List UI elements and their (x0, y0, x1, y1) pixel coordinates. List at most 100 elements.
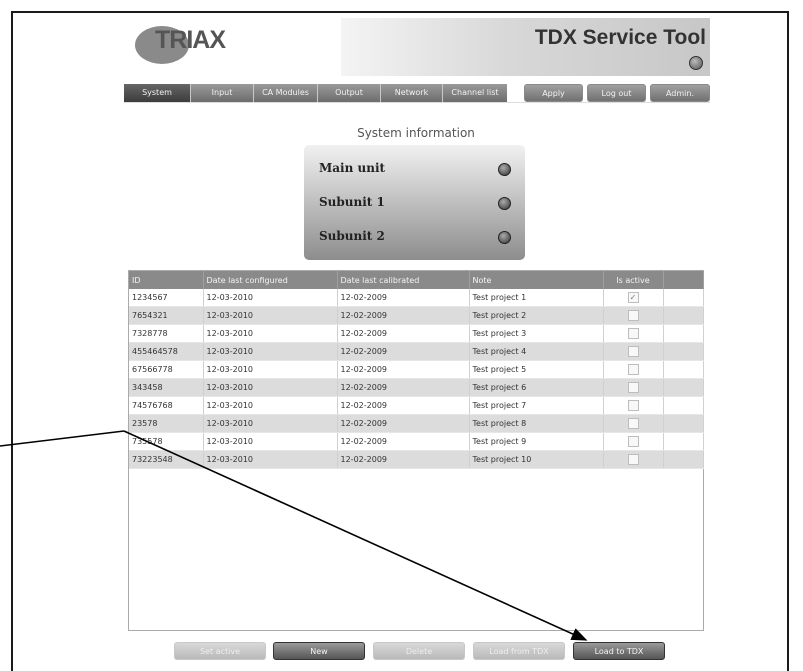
cell-date-configured: 12-03-2010 (203, 324, 338, 343)
cell-is-active (603, 342, 664, 361)
table-row[interactable]: 74576768 12-03-2010 12-02-2009 Test project… (129, 396, 704, 415)
is-active-checkbox[interactable] (627, 382, 639, 393)
col-header-date-configured[interactable]: Date last configured (203, 271, 338, 289)
cell-note: Test project 8 (469, 414, 604, 433)
table-row[interactable]: 7654321 12-03-2010 12-02-2009 Test project … (129, 306, 704, 325)
table-row[interactable]: 455464578 12-03-2010 12-02-2009 Test projec… (129, 342, 704, 361)
cell-date-calibrated: 12-02-2009 (337, 360, 470, 379)
col-header-date-calibrated[interactable]: Date last calibrated (337, 271, 470, 289)
main-unit-status-icon (498, 163, 511, 176)
main-unit-label: Main unit (319, 161, 386, 175)
subunit-1-label: Subunit 1 (319, 195, 385, 209)
col-header-id[interactable]: ID (129, 271, 204, 289)
table-row[interactable]: 7328778 12-03-2010 12-02-2009 Test project … (129, 324, 704, 343)
cell-date-configured: 12-03-2010 (203, 450, 338, 469)
cell-date-configured: 12-03-2010 (203, 396, 338, 415)
cell-date-calibrated: 12-02-2009 (337, 324, 470, 343)
cell-note: Test project 10 (469, 450, 604, 469)
status-led-icon (689, 56, 703, 70)
cell-note: Test project 7 (469, 396, 604, 415)
cell-id: 23578 (129, 414, 204, 433)
table-row[interactable]: 23578 12-03-2010 12-02-2009 Test project 8 (129, 414, 704, 433)
main-nav: System Input CA Modules Output Network C… (124, 84, 507, 102)
logo-text: TRIAX (155, 26, 226, 54)
checkmark-icon: ✓ (629, 293, 637, 302)
table-row[interactable]: 343458 12-03-2010 12-02-2009 Test project 6 (129, 378, 704, 397)
is-active-checkbox[interactable] (627, 454, 639, 465)
cell-note: Test project 3 (469, 324, 604, 343)
cell-date-calibrated: 12-02-2009 (337, 432, 470, 451)
cell-date-calibrated: 12-02-2009 (337, 414, 470, 433)
cell-is-active (603, 306, 664, 325)
cell-id: 1234567 (129, 289, 204, 307)
cell-date-configured: 12-03-2010 (203, 360, 338, 379)
table-row[interactable]: 735578 12-03-2010 12-02-2009 Test project 9 (129, 432, 704, 451)
cell-spacer (663, 414, 704, 433)
is-active-checkbox[interactable] (627, 400, 639, 411)
tab-ca-modules[interactable]: CA Modules (254, 84, 318, 102)
set-active-button[interactable]: Set active (174, 642, 266, 660)
cell-is-active (603, 360, 664, 379)
cell-id: 735578 (129, 432, 204, 451)
apply-button[interactable]: Apply (524, 84, 583, 102)
cell-spacer (663, 432, 704, 451)
col-header-is-active[interactable]: Is active (603, 271, 664, 289)
tab-input[interactable]: Input (191, 84, 254, 102)
nav-divider (124, 102, 710, 103)
cell-id: 7328778 (129, 324, 204, 343)
cell-note: Test project 2 (469, 306, 604, 325)
tab-system[interactable]: System (124, 84, 191, 102)
cell-date-calibrated: 12-02-2009 (337, 289, 470, 307)
cell-is-active (603, 324, 664, 343)
new-button[interactable]: New (273, 642, 365, 660)
cell-date-configured: 12-03-2010 (203, 378, 338, 397)
cell-spacer (663, 378, 704, 397)
tab-channel-list[interactable]: Channel list (443, 84, 507, 102)
project-table-container: ID Date last configured Date last calibr… (128, 270, 704, 631)
table-row[interactable]: 73223548 12-03-2010 12-02-2009 Test project… (129, 450, 704, 469)
subunit-2-status-icon (498, 231, 511, 244)
is-active-checkbox[interactable] (627, 436, 639, 447)
cell-id: 343458 (129, 378, 204, 397)
system-info-title: System information (357, 126, 475, 140)
cell-date-calibrated: 12-02-2009 (337, 342, 470, 361)
cell-date-configured: 12-03-2010 (203, 342, 338, 361)
delete-button[interactable]: Delete (373, 642, 465, 660)
is-active-checkbox[interactable] (627, 364, 639, 375)
tab-network[interactable]: Network (381, 84, 443, 102)
cell-note: Test project 5 (469, 360, 604, 379)
cell-id: 455464578 (129, 342, 204, 361)
is-active-checkbox[interactable] (627, 346, 639, 357)
is-active-checkbox[interactable] (627, 328, 639, 339)
table-row[interactable]: 1234567 12-03-2010 12-02-2009 Test project … (129, 289, 704, 307)
cell-is-active (603, 378, 664, 397)
load-from-tdx-button[interactable]: Load from TDX (473, 642, 565, 660)
cell-spacer (663, 289, 704, 307)
cell-date-calibrated: 12-02-2009 (337, 378, 470, 397)
system-info-panel: Main unit Subunit 1 Subunit 2 (304, 145, 525, 260)
col-header-note[interactable]: Note (469, 271, 604, 289)
admin-button[interactable]: Admin. (650, 84, 710, 102)
is-active-checkbox[interactable]: ✓ (627, 292, 639, 303)
is-active-checkbox[interactable] (627, 310, 639, 321)
cell-note: Test project 6 (469, 378, 604, 397)
is-active-checkbox[interactable] (627, 418, 639, 429)
cell-note: Test project 4 (469, 342, 604, 361)
cell-date-calibrated: 12-02-2009 (337, 450, 470, 469)
tab-output[interactable]: Output (318, 84, 381, 102)
cell-note: Test project 1 (469, 289, 604, 307)
cell-id: 74576768 (129, 396, 204, 415)
triax-logo: TRIAX (135, 22, 235, 70)
cell-id: 67566778 (129, 360, 204, 379)
cell-is-active (603, 396, 664, 415)
cell-date-calibrated: 12-02-2009 (337, 306, 470, 325)
cell-date-configured: 12-03-2010 (203, 432, 338, 451)
cell-note: Test project 9 (469, 432, 604, 451)
cell-date-configured: 12-03-2010 (203, 414, 338, 433)
table-row[interactable]: 67566778 12-03-2010 12-02-2009 Test project… (129, 360, 704, 379)
header-banner: TDX Service Tool (341, 18, 710, 76)
cell-date-calibrated: 12-02-2009 (337, 396, 470, 415)
logout-button[interactable]: Log out (587, 84, 646, 102)
load-to-tdx-button[interactable]: Load to TDX (573, 642, 665, 660)
col-header-spacer (663, 271, 704, 289)
